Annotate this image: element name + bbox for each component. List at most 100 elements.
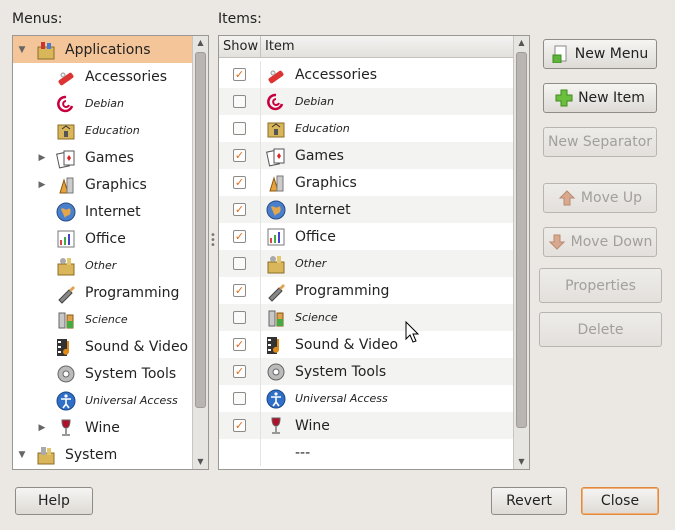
expand-arrow-icon[interactable]: ▶ (35, 180, 49, 190)
table-row[interactable]: ✓ Programming (219, 277, 514, 304)
programming-icon (55, 282, 77, 304)
tree-item-education[interactable]: Education (13, 117, 193, 144)
scroll-up-icon[interactable]: ▲ (514, 36, 529, 50)
pane-grip-icon[interactable]: • • • (210, 231, 216, 251)
science-icon (265, 307, 287, 329)
scroll-down-icon[interactable]: ▼ (193, 455, 208, 469)
tree-item-graphics[interactable]: ▶ Graphics (13, 171, 193, 198)
tree-item-applications[interactable]: ▼ Applications (13, 36, 193, 63)
delete-button[interactable]: Delete (539, 312, 662, 347)
menus-tree[interactable]: ▼ Applications Accessories Debian Education ▶… (12, 35, 209, 470)
show-cell: ✓ (219, 331, 261, 358)
tree-item-universal-access[interactable]: Universal Access (13, 387, 193, 414)
new-separator-label: New Separator (547, 134, 653, 150)
expand-arrow-icon[interactable]: ▶ (35, 153, 49, 163)
table-row[interactable]: ✓ System Tools (219, 358, 514, 385)
new-item-button[interactable]: New Item (543, 83, 657, 113)
show-checkbox[interactable] (233, 95, 246, 108)
tree-item-label: Science (85, 313, 128, 326)
games-icon (55, 147, 77, 169)
show-cell: ✓ (219, 277, 261, 304)
header-item[interactable]: Item (261, 36, 295, 57)
tree-item-wine[interactable]: ▶ Wine (13, 414, 193, 441)
header-show[interactable]: Show (219, 36, 261, 57)
table-row[interactable]: Education (219, 115, 514, 142)
education-icon (55, 120, 77, 142)
move-down-button[interactable]: Move Down (543, 227, 657, 257)
items-table[interactable]: Show Item ✓ Accessories Debian Education ✓ Ga… (218, 35, 530, 470)
table-row[interactable]: ✓ Accessories (219, 61, 514, 88)
tree-item-internet[interactable]: Internet (13, 198, 193, 225)
tree-item-other[interactable]: Other (13, 252, 193, 279)
item-label: Sound & Video (295, 336, 399, 353)
table-row[interactable]: ✓ Games (219, 142, 514, 169)
show-checkbox[interactable]: ✓ (233, 230, 246, 243)
show-checkbox[interactable]: ✓ (233, 365, 246, 378)
show-checkbox[interactable]: ✓ (233, 338, 246, 351)
table-row[interactable]: ✓ Wine (219, 412, 514, 439)
table-row[interactable]: ✓ Internet (219, 196, 514, 223)
tree-item-accessories[interactable]: Accessories (13, 63, 193, 90)
item-cell: System Tools (261, 361, 386, 383)
tree-item-games[interactable]: ▶ Games (13, 144, 193, 171)
revert-button[interactable]: Revert (491, 487, 567, 515)
show-cell (219, 250, 261, 277)
tree-item-label: System (65, 446, 118, 463)
scroll-down-icon[interactable]: ▼ (514, 455, 529, 469)
table-row[interactable]: Science (219, 304, 514, 331)
show-checkbox[interactable]: ✓ (233, 203, 246, 216)
help-button[interactable]: Help (15, 487, 93, 515)
show-cell (219, 385, 261, 412)
scroll-up-icon[interactable]: ▲ (193, 36, 208, 50)
scroll-thumb[interactable] (195, 52, 206, 408)
tree-item-sound-video[interactable]: Sound & Video (13, 333, 193, 360)
table-row[interactable]: ✓ Graphics (219, 169, 514, 196)
mouse-cursor-icon (405, 321, 419, 343)
tree-item-programming[interactable]: Programming (13, 279, 193, 306)
expand-arrow-icon[interactable]: ▶ (35, 423, 49, 433)
properties-button[interactable]: Properties (539, 268, 662, 303)
new-menu-button[interactable]: New Menu (543, 39, 657, 69)
show-checkbox[interactable] (233, 257, 246, 270)
collapse-arrow-icon[interactable]: ▼ (15, 450, 29, 460)
show-checkbox[interactable]: ✓ (233, 284, 246, 297)
separator-row[interactable]: --- (219, 439, 514, 466)
table-row[interactable]: Other (219, 250, 514, 277)
universal-access-icon (55, 390, 77, 412)
properties-label: Properties (565, 277, 636, 294)
table-row[interactable]: ✓ Sound & Video (219, 331, 514, 358)
tree-item-system-tools[interactable]: System Tools (13, 360, 193, 387)
show-checkbox[interactable]: ✓ (233, 176, 246, 189)
move-up-button[interactable]: Move Up (543, 183, 657, 213)
item-cell: Debian (261, 91, 334, 113)
show-checkbox[interactable] (233, 311, 246, 324)
accessories-icon (55, 66, 77, 88)
table-row[interactable]: ✓ Office (219, 223, 514, 250)
tree-item-science[interactable]: Science (13, 306, 193, 333)
menus-scrollbar[interactable]: ▲ ▼ (192, 36, 208, 469)
item-label: --- (295, 444, 311, 461)
new-separator-button[interactable]: New Separator (543, 127, 657, 157)
show-checkbox[interactable] (233, 392, 246, 405)
items-scrollbar[interactable]: ▲ ▼ (513, 36, 529, 469)
scroll-thumb[interactable] (516, 52, 527, 428)
show-checkbox[interactable]: ✓ (233, 149, 246, 162)
item-label: Debian (295, 95, 334, 108)
items-label: Items: (218, 11, 262, 27)
show-checkbox[interactable]: ✓ (233, 419, 246, 432)
table-row[interactable]: Universal Access (219, 385, 514, 412)
item-label: Internet (295, 201, 351, 218)
tree-item-office[interactable]: Office (13, 225, 193, 252)
items-table-header: Show Item (219, 36, 529, 58)
table-row[interactable]: Debian (219, 88, 514, 115)
collapse-arrow-icon[interactable]: ▼ (15, 45, 29, 55)
programming-icon (265, 280, 287, 302)
tree-item-system[interactable]: ▼ System (13, 441, 193, 468)
internet-icon (55, 201, 77, 223)
arrow-down-icon (548, 234, 565, 250)
show-checkbox[interactable]: ✓ (233, 68, 246, 81)
close-button[interactable]: Close (581, 487, 659, 515)
item-cell: Programming (261, 280, 389, 302)
show-checkbox[interactable] (233, 122, 246, 135)
tree-item-debian[interactable]: Debian (13, 90, 193, 117)
